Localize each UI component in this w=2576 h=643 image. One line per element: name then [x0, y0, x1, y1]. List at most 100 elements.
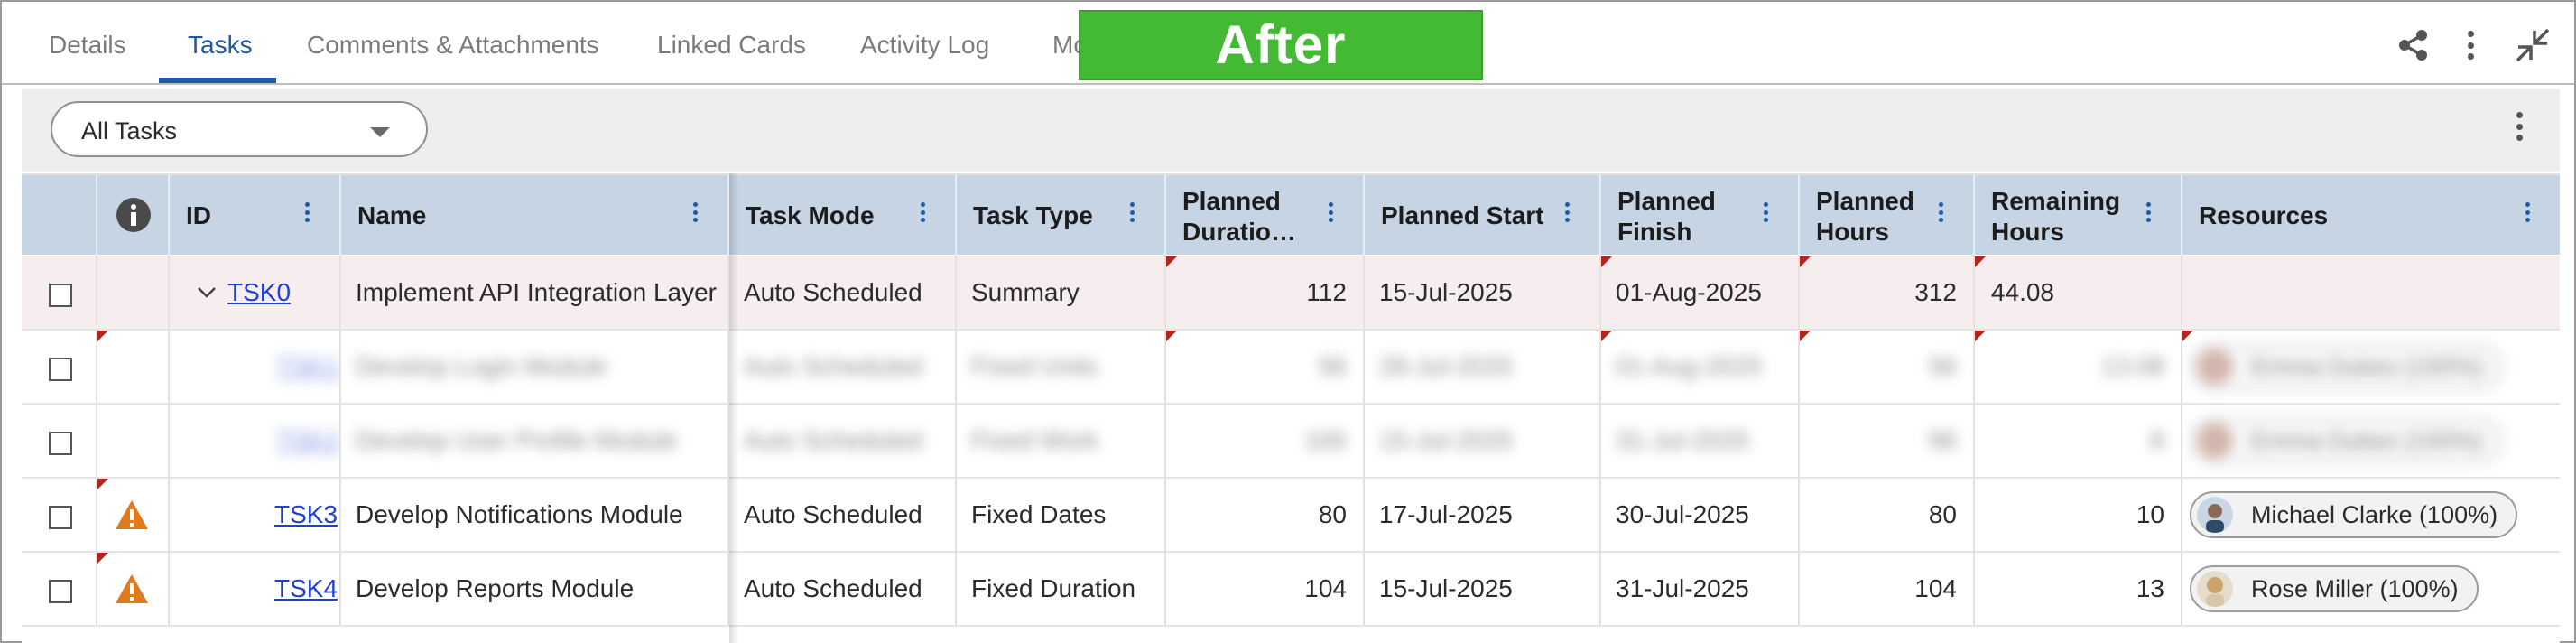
- task-id-link[interactable]: TSK2: [276, 405, 339, 477]
- header-planned-start[interactable]: Planned Start: [1365, 175, 1601, 256]
- task-type-cell: Fixed Dates: [957, 479, 1166, 551]
- row-checkbox[interactable]: [49, 432, 72, 455]
- change-flag: [97, 553, 108, 564]
- column-menu-icon[interactable]: [1565, 202, 1571, 222]
- table-row[interactable]: TSK4 Develop Reports Module Auto Schedul…: [22, 553, 2560, 627]
- resources-cell: Michael Clarke (100%): [2182, 479, 2560, 551]
- column-menu-icon[interactable]: [1130, 202, 1135, 222]
- chevron-down-icon[interactable]: [197, 285, 217, 300]
- column-menu-icon[interactable]: [2525, 202, 2531, 222]
- chevron-down-icon: [370, 127, 390, 137]
- task-filter-dropdown[interactable]: All Tasks: [51, 101, 428, 157]
- name-cell: Develop Reports Module: [341, 553, 729, 625]
- header-task-mode[interactable]: Task Mode: [729, 175, 957, 256]
- task-filter-value: All Tasks: [81, 117, 178, 144]
- change-flag: [1601, 256, 1612, 267]
- header-task-type[interactable]: Task Type: [957, 175, 1166, 256]
- header-planned-hours[interactable]: Planned Hours: [1800, 175, 1975, 256]
- row-checkbox[interactable]: [49, 284, 72, 307]
- name-cell: Develop Login Module: [341, 331, 729, 403]
- avatar: [2197, 423, 2233, 459]
- header-remaining-hours[interactable]: Remaining Hours: [1975, 175, 2182, 256]
- tab-comments-attachments[interactable]: Comments & Attachments: [307, 31, 599, 60]
- column-menu-icon[interactable]: [1329, 202, 1334, 222]
- column-menu-icon[interactable]: [305, 202, 310, 222]
- row-indicator: [97, 553, 170, 625]
- column-menu-icon[interactable]: [2146, 202, 2152, 222]
- change-flag: [1975, 331, 1986, 341]
- planned-duration-cell: 104: [1166, 553, 1365, 625]
- grid-header: ID Name Task Mode Task Type Planned Durat…: [22, 173, 2560, 256]
- header-name[interactable]: Name: [341, 175, 729, 256]
- remaining-hours-cell: 13: [1975, 553, 2182, 625]
- planned-finish-cell: 30-Jul-2025: [1601, 479, 1800, 551]
- more-vertical-icon[interactable]: [2450, 23, 2493, 67]
- resource-chip[interactable]: Emma Dukes (100%): [2190, 343, 2503, 390]
- warning-icon[interactable]: [114, 573, 150, 605]
- task-mode-cell: Auto Scheduled: [729, 331, 957, 403]
- change-flag: [1975, 256, 1986, 267]
- table-row[interactable]: TSK2 Develop User Profile Module Auto Sc…: [22, 405, 2560, 479]
- header-planned-finish[interactable]: Planned Finish: [1601, 175, 1800, 256]
- change-flag: [97, 479, 108, 489]
- change-flag: [97, 331, 108, 341]
- planned-start-cell: 15-Jul-2025: [1365, 256, 1601, 329]
- tasks-grid: ID Name Task Mode Task Type Planned Durat…: [22, 173, 2560, 643]
- tab-linked-cards[interactable]: Linked Cards: [657, 31, 806, 60]
- planned-hours-cell: 104: [1800, 553, 1975, 625]
- avatar: [2197, 349, 2233, 385]
- task-panel: Details Tasks Comments & Attachments Lin…: [0, 0, 2576, 643]
- resource-chip[interactable]: Emma Dukes (100%): [2190, 417, 2503, 464]
- planned-duration-cell: 56: [1166, 331, 1365, 403]
- task-id-link[interactable]: TSK1: [276, 331, 339, 403]
- planned-finish-cell: 01-Aug-2025: [1601, 256, 1800, 329]
- tab-activity-log[interactable]: Activity Log: [860, 31, 989, 60]
- column-menu-icon[interactable]: [921, 202, 926, 222]
- collapse-icon[interactable]: [2511, 23, 2554, 67]
- avatar: [2197, 571, 2233, 607]
- planned-start-cell: 28-Jul-2025: [1365, 331, 1601, 403]
- grid-toolbar: All Tasks: [22, 89, 2560, 172]
- header-indicator: [97, 175, 170, 256]
- resources-cell: Rose Miller (100%): [2182, 553, 2560, 625]
- task-id-link[interactable]: TSK4: [274, 553, 338, 625]
- tab-tasks[interactable]: Tasks: [188, 31, 253, 60]
- planned-finish-cell: 01-Aug-2025: [1601, 331, 1800, 403]
- task-id-link[interactable]: TSK0: [227, 256, 291, 329]
- header-planned-duration[interactable]: Planned Duratio…: [1166, 175, 1365, 256]
- name-cell: Implement API Integration Layer: [341, 256, 729, 329]
- change-flag: [1601, 331, 1612, 341]
- id-cell: TSK1: [170, 331, 341, 403]
- header-resources[interactable]: Resources: [2182, 175, 2560, 256]
- resource-chip[interactable]: Michael Clarke (100%): [2190, 491, 2518, 538]
- row-checkbox[interactable]: [49, 506, 72, 529]
- toolbar-more-icon[interactable]: [2516, 112, 2524, 141]
- resource-chip[interactable]: Rose Miller (100%): [2190, 565, 2479, 612]
- row-checkbox[interactable]: [49, 358, 72, 381]
- share-icon[interactable]: [2392, 23, 2435, 67]
- header-id[interactable]: ID: [170, 175, 341, 256]
- planned-start-cell: 15-Jul-2025: [1365, 405, 1601, 477]
- planned-hours-cell: 56: [1800, 331, 1975, 403]
- planned-duration-cell: 112: [1166, 256, 1365, 329]
- planned-hours-cell: 96: [1800, 405, 1975, 477]
- row-indicator: [97, 256, 170, 329]
- column-menu-icon[interactable]: [693, 202, 699, 222]
- resources-cell: Emma Dukes (100%): [2182, 331, 2560, 403]
- remaining-hours-cell: 10: [1975, 479, 2182, 551]
- table-row[interactable]: TSK0 Implement API Integration Layer Aut…: [22, 256, 2560, 331]
- row-checkbox[interactable]: [49, 580, 72, 603]
- planned-finish-cell: 31-Jul-2025: [1601, 405, 1800, 477]
- tab-details[interactable]: Details: [49, 31, 126, 60]
- id-cell: TSK0: [170, 256, 341, 329]
- row-indicator: [97, 331, 170, 403]
- task-id-link[interactable]: TSK3: [274, 479, 338, 551]
- remaining-hours-cell: 44.08: [1975, 256, 2182, 329]
- table-row[interactable]: TSK3 Develop Notifications Module Auto S…: [22, 479, 2560, 553]
- warning-icon[interactable]: [114, 499, 150, 531]
- table-row[interactable]: TSK1 Develop Login Module Auto Scheduled…: [22, 331, 2560, 405]
- planned-hours-cell: 312: [1800, 256, 1975, 329]
- planned-hours-cell: 80: [1800, 479, 1975, 551]
- column-menu-icon[interactable]: [1939, 202, 1944, 222]
- column-menu-icon[interactable]: [1764, 202, 1769, 222]
